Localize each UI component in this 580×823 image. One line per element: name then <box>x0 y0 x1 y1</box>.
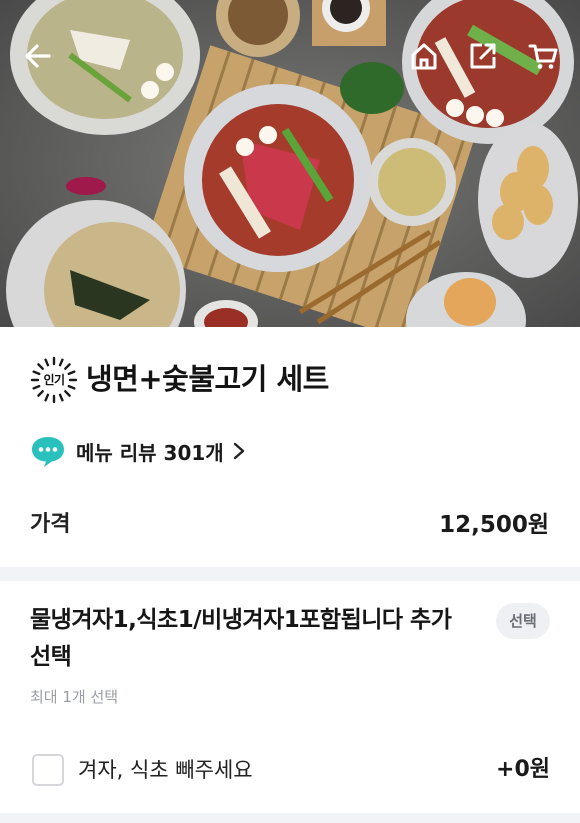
popular-badge-label: 인기 <box>43 373 65 387</box>
popular-badge: 인기 <box>30 356 78 404</box>
hero-food-photo <box>0 0 580 327</box>
top-navigation-bar <box>0 0 580 112</box>
option-group-subtitle: 최대 1개 선택 <box>30 688 119 706</box>
price-label: 가격 <box>30 512 71 537</box>
review-count-label: 메뉴 리뷰 301개 <box>76 440 224 465</box>
section-divider <box>0 567 580 581</box>
chevron-right-icon <box>233 442 244 460</box>
option-group-section: 물냉겨자1,식초1/비냉겨자1포함됩니다 추가선택 선택 최대 1개 선택 겨자… <box>0 581 580 813</box>
home-icon <box>411 43 437 70</box>
option-group-title: 물냉겨자1,식초1/비냉겨자1포함됩니다 추가선택 <box>30 607 452 670</box>
menu-review-link[interactable]: 메뉴 리뷰 301개 <box>30 433 246 469</box>
share-icon <box>470 43 496 69</box>
option-price: +0원 <box>496 757 550 782</box>
home-button[interactable] <box>402 34 446 78</box>
menu-title: 냉면+숯불고기 세트 <box>86 362 329 396</box>
share-button[interactable] <box>461 34 505 78</box>
optional-badge: 선택 <box>496 603 550 639</box>
menu-info-section: 인기 냉면+숯불고기 세트 메뉴 리뷰 301개 가격 12,500원 <box>0 327 580 567</box>
bottom-divider <box>0 813 580 823</box>
price-value: 12,500원 <box>439 512 549 538</box>
cart-icon <box>528 44 558 69</box>
cart-button[interactable] <box>521 34 565 78</box>
speech-bubble-icon <box>32 437 64 467</box>
back-button[interactable] <box>16 34 60 78</box>
arrow-left-icon <box>25 44 51 68</box>
option-item[interactable]: 겨자, 식초 빼주세요 +0원 <box>30 751 550 791</box>
option-label: 겨자, 식초 빼주세요 <box>78 758 253 782</box>
option-checkbox[interactable] <box>32 754 64 786</box>
